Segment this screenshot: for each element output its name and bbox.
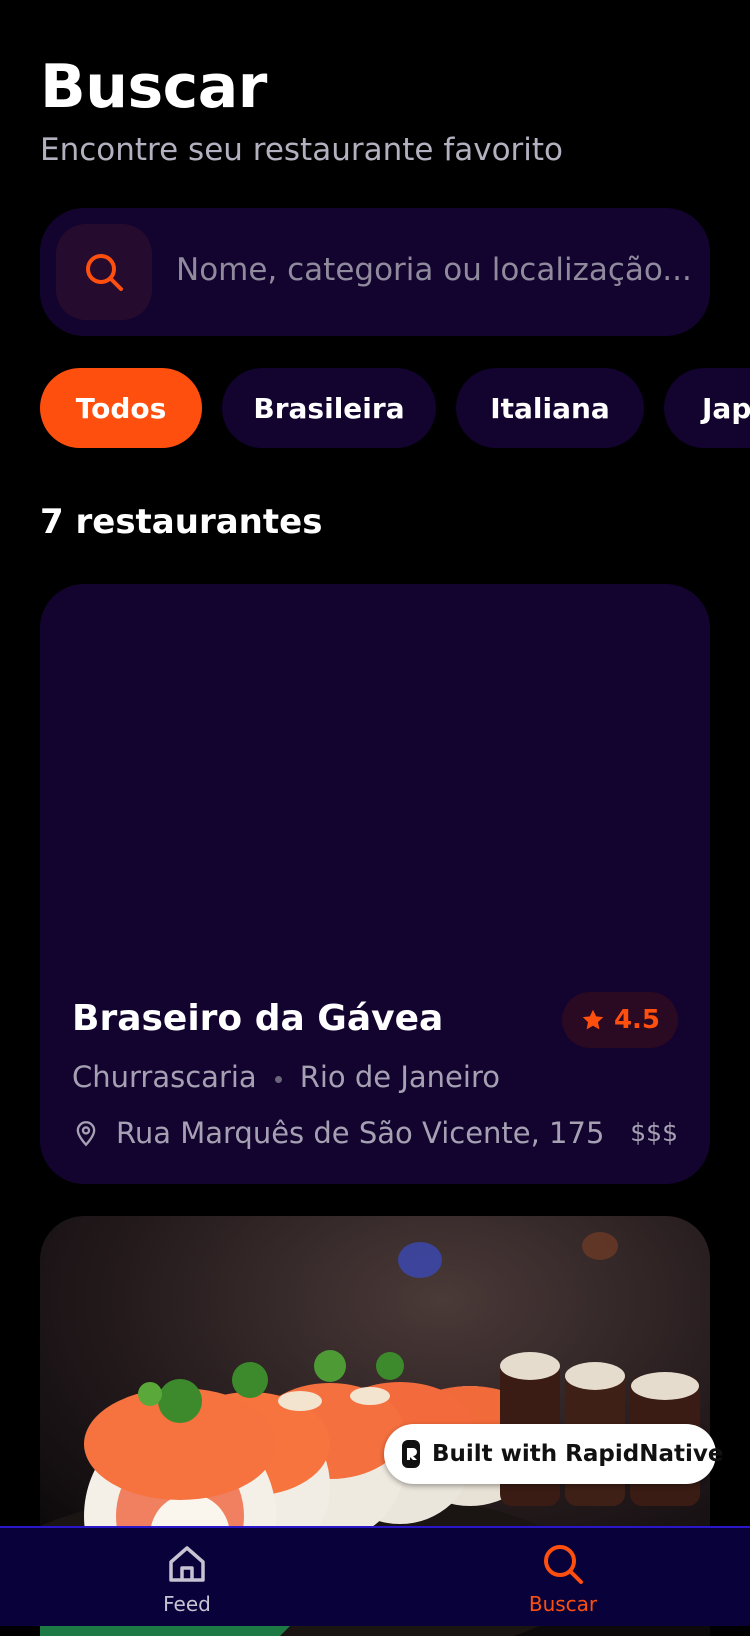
filter-chip-todos[interactable]: Todos [40, 368, 202, 448]
badge-label: Built with RapidNative [432, 1441, 724, 1467]
restaurant-address-row: Rua Marquês de São Vicente, 175 [72, 1116, 604, 1150]
bottom-tab-bar: Feed Buscar [0, 1526, 750, 1626]
search-bar[interactable]: Nome, categoria ou localização... [40, 208, 710, 336]
page-title: Buscar [40, 52, 267, 122]
restaurant-card[interactable]: Braseiro da Gávea 4.5 Churrascaria Rio de… [40, 584, 710, 1184]
restaurant-category: Churrascaria [72, 1060, 257, 1094]
restaurant-meta: Churrascaria Rio de Janeiro [72, 1060, 500, 1094]
restaurant-name: Braseiro da Gávea [72, 998, 444, 1039]
page-subtitle: Encontre seu restaurante favorito [40, 132, 564, 168]
rating-badge: 4.5 [562, 992, 678, 1048]
filter-chip-italiana[interactable]: Italiana [456, 368, 644, 448]
tab-feed-label: Feed [163, 1592, 211, 1616]
tab-buscar[interactable]: Buscar [498, 1542, 628, 1616]
restaurant-city: Rio de Janeiro [299, 1060, 500, 1094]
tab-feed[interactable]: Feed [122, 1542, 252, 1616]
rapidnative-logo-icon [402, 1440, 420, 1468]
search-icon[interactable] [56, 224, 152, 320]
tab-buscar-label: Buscar [528, 1592, 598, 1616]
price-level: $$$ [630, 1118, 678, 1147]
rating-value: 4.5 [613, 1005, 661, 1035]
location-pin-icon [76, 1121, 96, 1147]
search-input[interactable]: Nome, categoria ou localização... [176, 252, 692, 288]
search-icon [544, 1545, 583, 1584]
built-with-badge[interactable]: Built with RapidNative [384, 1424, 723, 1484]
restaurant-address: Rua Marquês de São Vicente, 175 [116, 1116, 605, 1150]
separator-dot [274, 1075, 282, 1083]
filter-chip-japonesa[interactable]: Japonesa [664, 368, 750, 448]
home-icon [169, 1546, 205, 1582]
category-filters: Todos Brasileira Italiana Japonesa [40, 368, 750, 448]
filter-chip-brasileira[interactable]: Brasileira [222, 368, 436, 448]
star-icon [582, 1009, 604, 1030]
results-count: 7 restaurantes [40, 502, 323, 542]
